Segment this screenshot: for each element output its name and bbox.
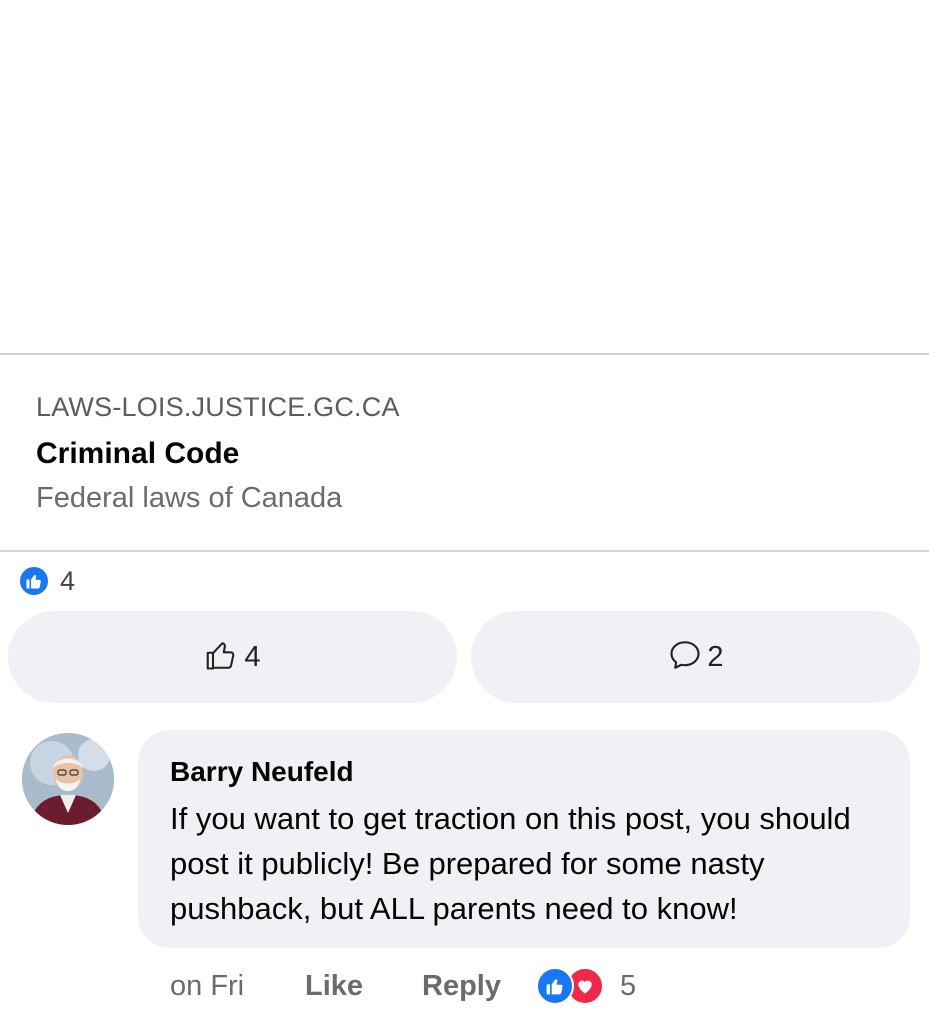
comment-like-button[interactable]: Like	[305, 966, 363, 1006]
bottom-divider	[0, 550, 929, 552]
like-reaction-icon	[18, 565, 50, 597]
comment-author[interactable]: Barry Neufeld	[170, 756, 354, 788]
blank-content-area	[0, 0, 929, 353]
comment-reaction-count: 5	[620, 969, 637, 1002]
like-button[interactable]: 4	[8, 611, 457, 703]
link-domain: LAWS-LOIS.JUSTICE.GC.CA	[36, 392, 400, 422]
comment-count: 2	[707, 640, 724, 673]
commenter-avatar[interactable]	[22, 733, 114, 825]
comment-timestamp[interactable]: on Fri	[170, 966, 244, 1006]
reaction-count: 4	[60, 565, 76, 596]
like-count: 4	[244, 640, 261, 673]
thumbs-up-outline-icon	[204, 637, 240, 678]
like-reaction-icon	[536, 967, 574, 1005]
comment-button[interactable]: 2	[471, 611, 920, 703]
comment-reactions[interactable]: 5	[536, 966, 636, 1006]
link-title[interactable]: Criminal Code	[36, 437, 239, 471]
reaction-summary[interactable]: 4	[18, 564, 75, 598]
link-description: Federal laws of Canada	[36, 482, 343, 514]
comment-text: If you want to get traction on this post…	[170, 801, 851, 926]
comment-reply-button[interactable]: Reply	[422, 966, 501, 1006]
comment-bubble-icon	[667, 637, 703, 678]
